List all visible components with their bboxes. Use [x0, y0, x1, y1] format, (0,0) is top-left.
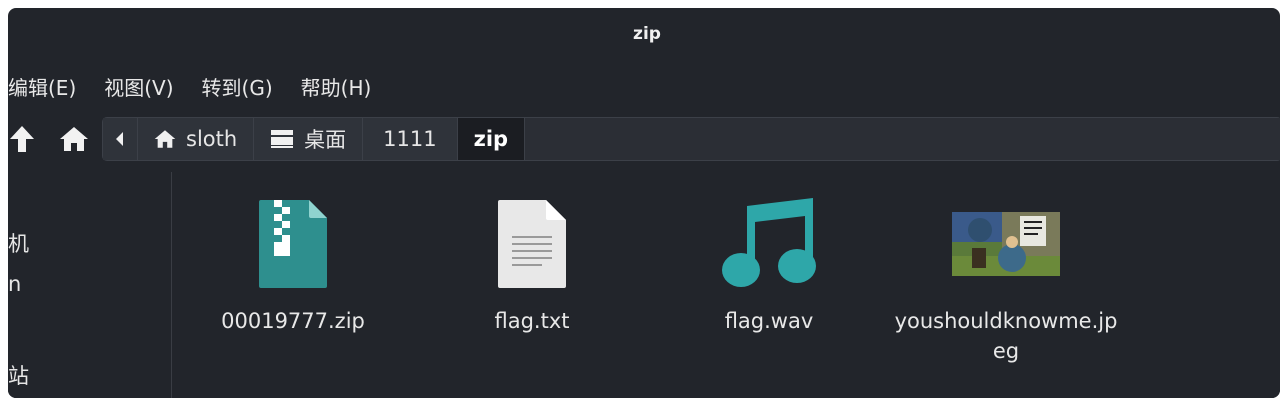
zip-archive-icon	[257, 194, 329, 294]
chevron-left-icon	[116, 132, 123, 146]
file-name: flag.txt	[494, 309, 570, 333]
image-thumbnail	[952, 194, 1060, 294]
arrow-up-icon	[10, 126, 34, 152]
menu-bar: 编辑(E) 视图(V) 转到(G) 帮助(H)	[8, 66, 399, 106]
up-button[interactable]	[8, 117, 42, 161]
file-manager-window: zip 编辑(E) 视图(V) 转到(G) 帮助(H) sloth 桌面 111…	[8, 8, 1280, 398]
breadcrumb-label: 1111	[383, 127, 437, 151]
text-file-icon	[496, 194, 568, 294]
music-note-icon	[721, 194, 817, 294]
breadcrumb-home[interactable]: sloth	[138, 118, 255, 160]
home-button[interactable]	[54, 117, 94, 161]
path-bar: sloth 桌面 1111 zip	[102, 117, 1280, 161]
breadcrumb-label: sloth	[186, 127, 238, 151]
home-icon	[154, 130, 176, 148]
file-view: 00019777.zip flag.txt flag.wav youshould…	[173, 172, 1280, 398]
path-scroll-left-button[interactable]	[103, 118, 138, 160]
sidebar-item-computer[interactable]: 机	[8, 228, 29, 258]
breadcrumb-zip[interactable]: zip	[457, 118, 526, 160]
menu-view[interactable]: 视图(V)	[104, 72, 173, 101]
file-item[interactable]: youshouldknowme.jpeg	[886, 194, 1126, 366]
breadcrumb-desktop[interactable]: 桌面	[254, 118, 364, 160]
menu-go[interactable]: 转到(G)	[202, 72, 273, 101]
breadcrumb-1111[interactable]: 1111	[363, 118, 458, 160]
file-name: youshouldknowme.jpeg	[894, 309, 1118, 363]
menu-help[interactable]: 帮助(H)	[301, 72, 372, 101]
window-title: zip	[633, 24, 661, 44]
breadcrumb-label: 桌面	[304, 128, 347, 152]
file-name: 00019777.zip	[221, 309, 365, 333]
breadcrumb-label: zip	[473, 127, 509, 151]
file-name: flag.wav	[724, 309, 814, 333]
toolbar: sloth 桌面 1111 zip	[8, 114, 1280, 164]
home-icon	[60, 127, 88, 151]
desktop-icon	[271, 130, 294, 148]
file-item[interactable]: flag.wav	[649, 194, 889, 336]
path-bar-empty-area	[525, 118, 1280, 160]
sidebar-item-trash[interactable]: 站	[8, 360, 29, 390]
file-item[interactable]: flag.txt	[412, 194, 652, 336]
sidebar-item-home[interactable]: n	[8, 272, 21, 296]
file-item[interactable]: 00019777.zip	[173, 194, 413, 336]
sidebar: 机 n 站	[8, 172, 172, 398]
menu-edit[interactable]: 编辑(E)	[8, 72, 76, 101]
title-bar[interactable]: zip	[8, 8, 1280, 60]
